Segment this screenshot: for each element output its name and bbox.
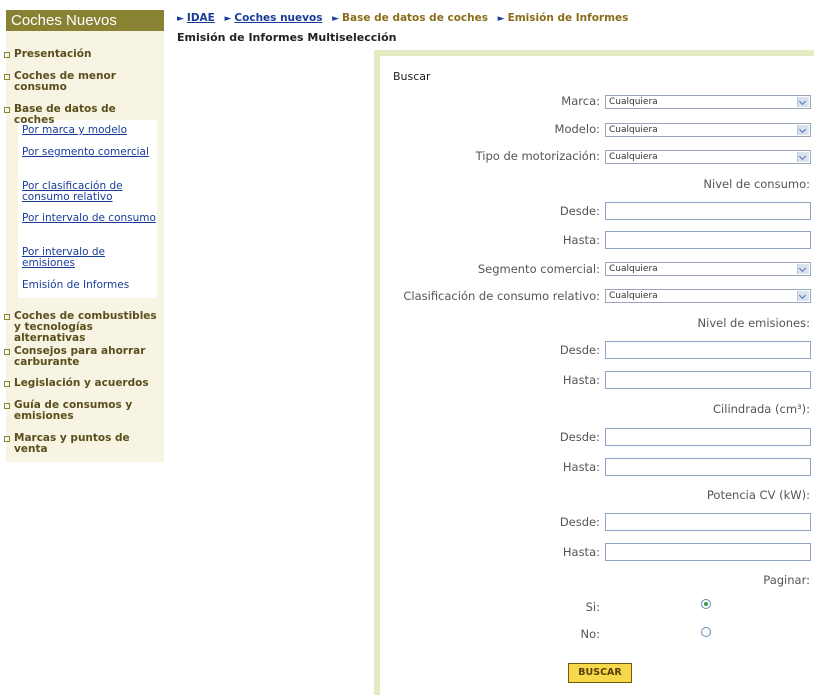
- emisiones-desde-label: Desde:: [559, 343, 600, 357]
- motorizacion-select-value: Cualquiera: [609, 152, 658, 162]
- consumo-heading: Nivel de consumo:: [703, 177, 810, 191]
- page-title: Emisión de Informes Multiselección: [177, 31, 397, 44]
- segmento-select[interactable]: Cualquiera: [605, 262, 811, 276]
- sidebar-subitem-intervalo-consumo[interactable]: Por intervalo de consumo: [22, 213, 157, 224]
- bullet-icon: [4, 52, 10, 58]
- bullet-icon: [4, 381, 10, 387]
- potencia-heading: Potencia CV (kW):: [706, 488, 810, 502]
- sidebar-subitem-marca-modelo[interactable]: Por marca y modelo: [22, 125, 157, 136]
- paginar-heading: Paginar:: [763, 573, 810, 587]
- cilindrada-desde-input[interactable]: [605, 428, 811, 446]
- sidebar-title: Coches Nuevos: [6, 10, 164, 31]
- sidebar-item-combustibles[interactable]: Coches de combustibles y tecnologías alt…: [2, 311, 158, 344]
- sidebar-item-legislacion[interactable]: Legislación y acuerdos: [2, 378, 158, 389]
- potencia-desde-input[interactable]: [605, 513, 811, 531]
- segmento-select-value: Cualquiera: [609, 264, 658, 274]
- paginar-si-label: Si:: [585, 600, 600, 614]
- arrow-right-icon: ►: [332, 14, 340, 24]
- sidebar-item-label: Consejos para ahorrar carburante: [14, 345, 146, 368]
- chevron-down-icon: [797, 152, 809, 162]
- cilindrada-hasta-label: Hasta:: [562, 460, 600, 474]
- emisiones-desde-input[interactable]: [605, 341, 811, 359]
- clasificacion-select-value: Cualquiera: [609, 291, 658, 301]
- form-title: Buscar: [393, 70, 431, 83]
- bullet-icon: [4, 314, 10, 320]
- arrow-right-icon: ►: [177, 14, 184, 24]
- sidebar-subitem-segmento[interactable]: Por segmento comercial: [22, 147, 157, 158]
- sidebar-subitem-emision-informes[interactable]: Emisión de Informes: [22, 280, 157, 291]
- sidebar-item-marcas[interactable]: Marcas y puntos de venta: [2, 433, 158, 455]
- sidebar-item-label: Coches de combustibles y tecnologías alt…: [14, 310, 157, 344]
- emisiones-heading: Nivel de emisiones:: [697, 316, 810, 330]
- emisiones-hasta-input[interactable]: [605, 371, 811, 389]
- chevron-down-icon: [797, 97, 809, 107]
- marca-label: Marca:: [561, 94, 600, 108]
- marca-select-value: Cualquiera: [609, 97, 658, 107]
- modelo-select-value: Cualquiera: [609, 125, 658, 135]
- cilindrada-heading: Cilindrada (cm³):: [713, 402, 810, 416]
- sidebar-item-label: Marcas y puntos de venta: [14, 432, 130, 455]
- consumo-desde-input[interactable]: [605, 202, 811, 220]
- bullet-icon: [4, 107, 10, 113]
- sidebar-item-label: Legislación y acuerdos: [14, 377, 149, 389]
- modelo-label: Modelo:: [554, 122, 600, 136]
- breadcrumb-emision: Emisión de Informes: [507, 12, 629, 24]
- cilindrada-desde-label: Desde:: [559, 430, 600, 444]
- sidebar-item-presentacion[interactable]: Presentación: [2, 49, 158, 60]
- sidebar-item-guia[interactable]: Guía de consumos y emisiones: [2, 400, 158, 422]
- bullet-icon: [4, 74, 10, 80]
- sidebar-item-label: Coches de menor consumo: [14, 70, 116, 93]
- arrow-right-icon: ►: [497, 14, 505, 24]
- consumo-hasta-label: Hasta:: [562, 233, 600, 247]
- sidebar-item-menor-consumo[interactable]: Coches de menor consumo: [2, 71, 158, 93]
- paginar-no-radio[interactable]: [701, 627, 711, 637]
- motorizacion-select[interactable]: Cualquiera: [605, 150, 811, 164]
- breadcrumb: ► IDAE ► Coches nuevos ► Base de datos de c…: [177, 12, 628, 24]
- bullet-icon: [4, 436, 10, 442]
- arrow-right-icon: ►: [224, 14, 232, 24]
- marca-select[interactable]: Cualquiera: [605, 95, 811, 109]
- potencia-hasta-input[interactable]: [605, 543, 811, 561]
- breadcrumb-coches-nuevos[interactable]: Coches nuevos: [234, 12, 322, 24]
- bullet-icon: [4, 349, 10, 355]
- breadcrumb-base-datos: Base de datos de coches: [342, 12, 488, 24]
- cilindrada-hasta-input[interactable]: [605, 458, 811, 476]
- breadcrumb-idae[interactable]: IDAE: [187, 12, 215, 24]
- sidebar-item-label: Presentación: [14, 48, 92, 60]
- clasificacion-label: Clasificación de consumo relativo:: [403, 289, 600, 303]
- sidebar-subitem-clasificacion[interactable]: Por clasificación de consumo relativo: [22, 181, 157, 203]
- sidebar-item-label: Guía de consumos y emisiones: [14, 399, 133, 422]
- potencia-hasta-label: Hasta:: [562, 545, 600, 559]
- consumo-desde-label: Desde:: [559, 204, 600, 218]
- paginar-si-radio[interactable]: [701, 599, 711, 609]
- emisiones-hasta-label: Hasta:: [562, 373, 600, 387]
- sidebar-item-base-datos[interactable]: Base de datos de coches: [2, 104, 158, 126]
- clasificacion-select[interactable]: Cualquiera: [605, 289, 811, 303]
- potencia-desde-label: Desde:: [559, 515, 600, 529]
- bullet-icon: [4, 403, 10, 409]
- chevron-down-icon: [797, 125, 809, 135]
- chevron-down-icon: [797, 264, 809, 274]
- consumo-hasta-input[interactable]: [605, 231, 811, 249]
- sidebar-item-consejos[interactable]: Consejos para ahorrar carburante: [2, 346, 158, 368]
- sidebar-item-label: Base de datos de coches: [14, 103, 116, 126]
- sidebar-subitem-intervalo-emisiones[interactable]: Por intervalo de emisiones: [22, 247, 157, 269]
- buscar-button[interactable]: BUSCAR: [568, 663, 632, 683]
- chevron-down-icon: [797, 291, 809, 301]
- paginar-no-label: No:: [580, 627, 600, 641]
- motorizacion-label: Tipo de motorización:: [475, 149, 600, 163]
- modelo-select[interactable]: Cualquiera: [605, 123, 811, 137]
- segmento-label: Segmento comercial:: [477, 262, 600, 276]
